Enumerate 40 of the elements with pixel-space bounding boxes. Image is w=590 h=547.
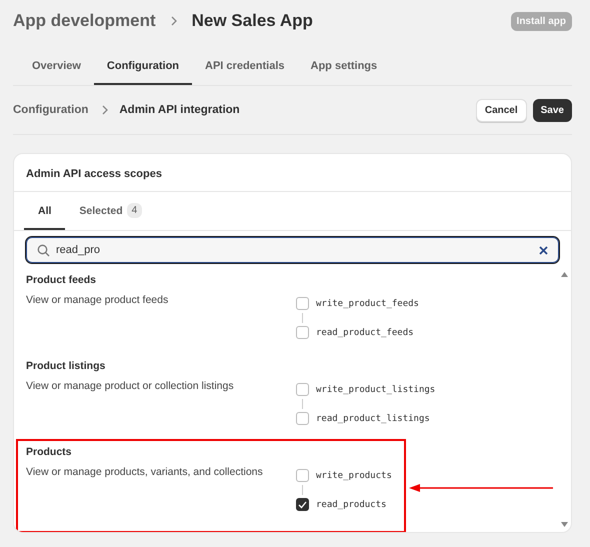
scope-description: View or manage product feeds	[26, 294, 170, 308]
card-title: Admin API access scopes	[14, 154, 571, 192]
tab[interactable]: Overview	[19, 53, 94, 85]
checkbox[interactable]	[296, 383, 309, 396]
filter-tab[interactable]: All	[24, 192, 66, 230]
scope-label: write_product_feeds	[316, 298, 419, 308]
scope-label: read_products	[316, 500, 386, 510]
checkbox[interactable]	[296, 297, 309, 310]
search-input[interactable]: read_pro	[56, 244, 533, 256]
scope-description: View or manage product or collection listings	[26, 380, 235, 394]
scope-group-title: Product listings	[26, 360, 106, 372]
section-title: Admin API integration	[119, 104, 240, 116]
scope-group-title: Product feeds	[26, 274, 98, 286]
breadcrumb-link[interactable]: Configuration	[13, 104, 88, 116]
save-button[interactable]: Save	[532, 98, 572, 122]
search-icon	[37, 244, 50, 256]
scope-description: View or manage products, variants, and collections	[26, 466, 264, 480]
page-title: New Sales App	[192, 11, 313, 31]
checkbox[interactable]	[296, 498, 309, 511]
chevron-right-icon	[170, 16, 178, 26]
tab[interactable]: App settings	[298, 53, 390, 85]
scroll-down-icon[interactable]	[561, 522, 568, 527]
cancel-button[interactable]: Cancel	[476, 98, 527, 122]
filter-tab[interactable]: Selected 4	[65, 192, 156, 230]
search-field[interactable]: read_pro	[26, 237, 559, 263]
scope-label: read_product_listings	[316, 414, 430, 424]
scroll-up-icon[interactable]	[561, 272, 568, 277]
count-badge: 4	[126, 203, 142, 218]
scope-label: read_product_feeds	[316, 328, 414, 338]
chevron-right-icon	[101, 105, 110, 115]
breadcrumb-link[interactable]: App development	[13, 11, 156, 31]
tab[interactable]: API credentials	[192, 53, 298, 85]
checkbox[interactable]	[296, 469, 309, 482]
checkbox[interactable]	[296, 326, 309, 339]
scope-group-title: Products	[26, 446, 73, 458]
tab[interactable]: Configuration	[94, 53, 192, 85]
checkbox[interactable]	[296, 412, 309, 425]
clear-icon[interactable]	[539, 246, 548, 254]
scope-label: write_product_listings	[316, 384, 436, 394]
scope-label: write_products	[316, 470, 392, 480]
